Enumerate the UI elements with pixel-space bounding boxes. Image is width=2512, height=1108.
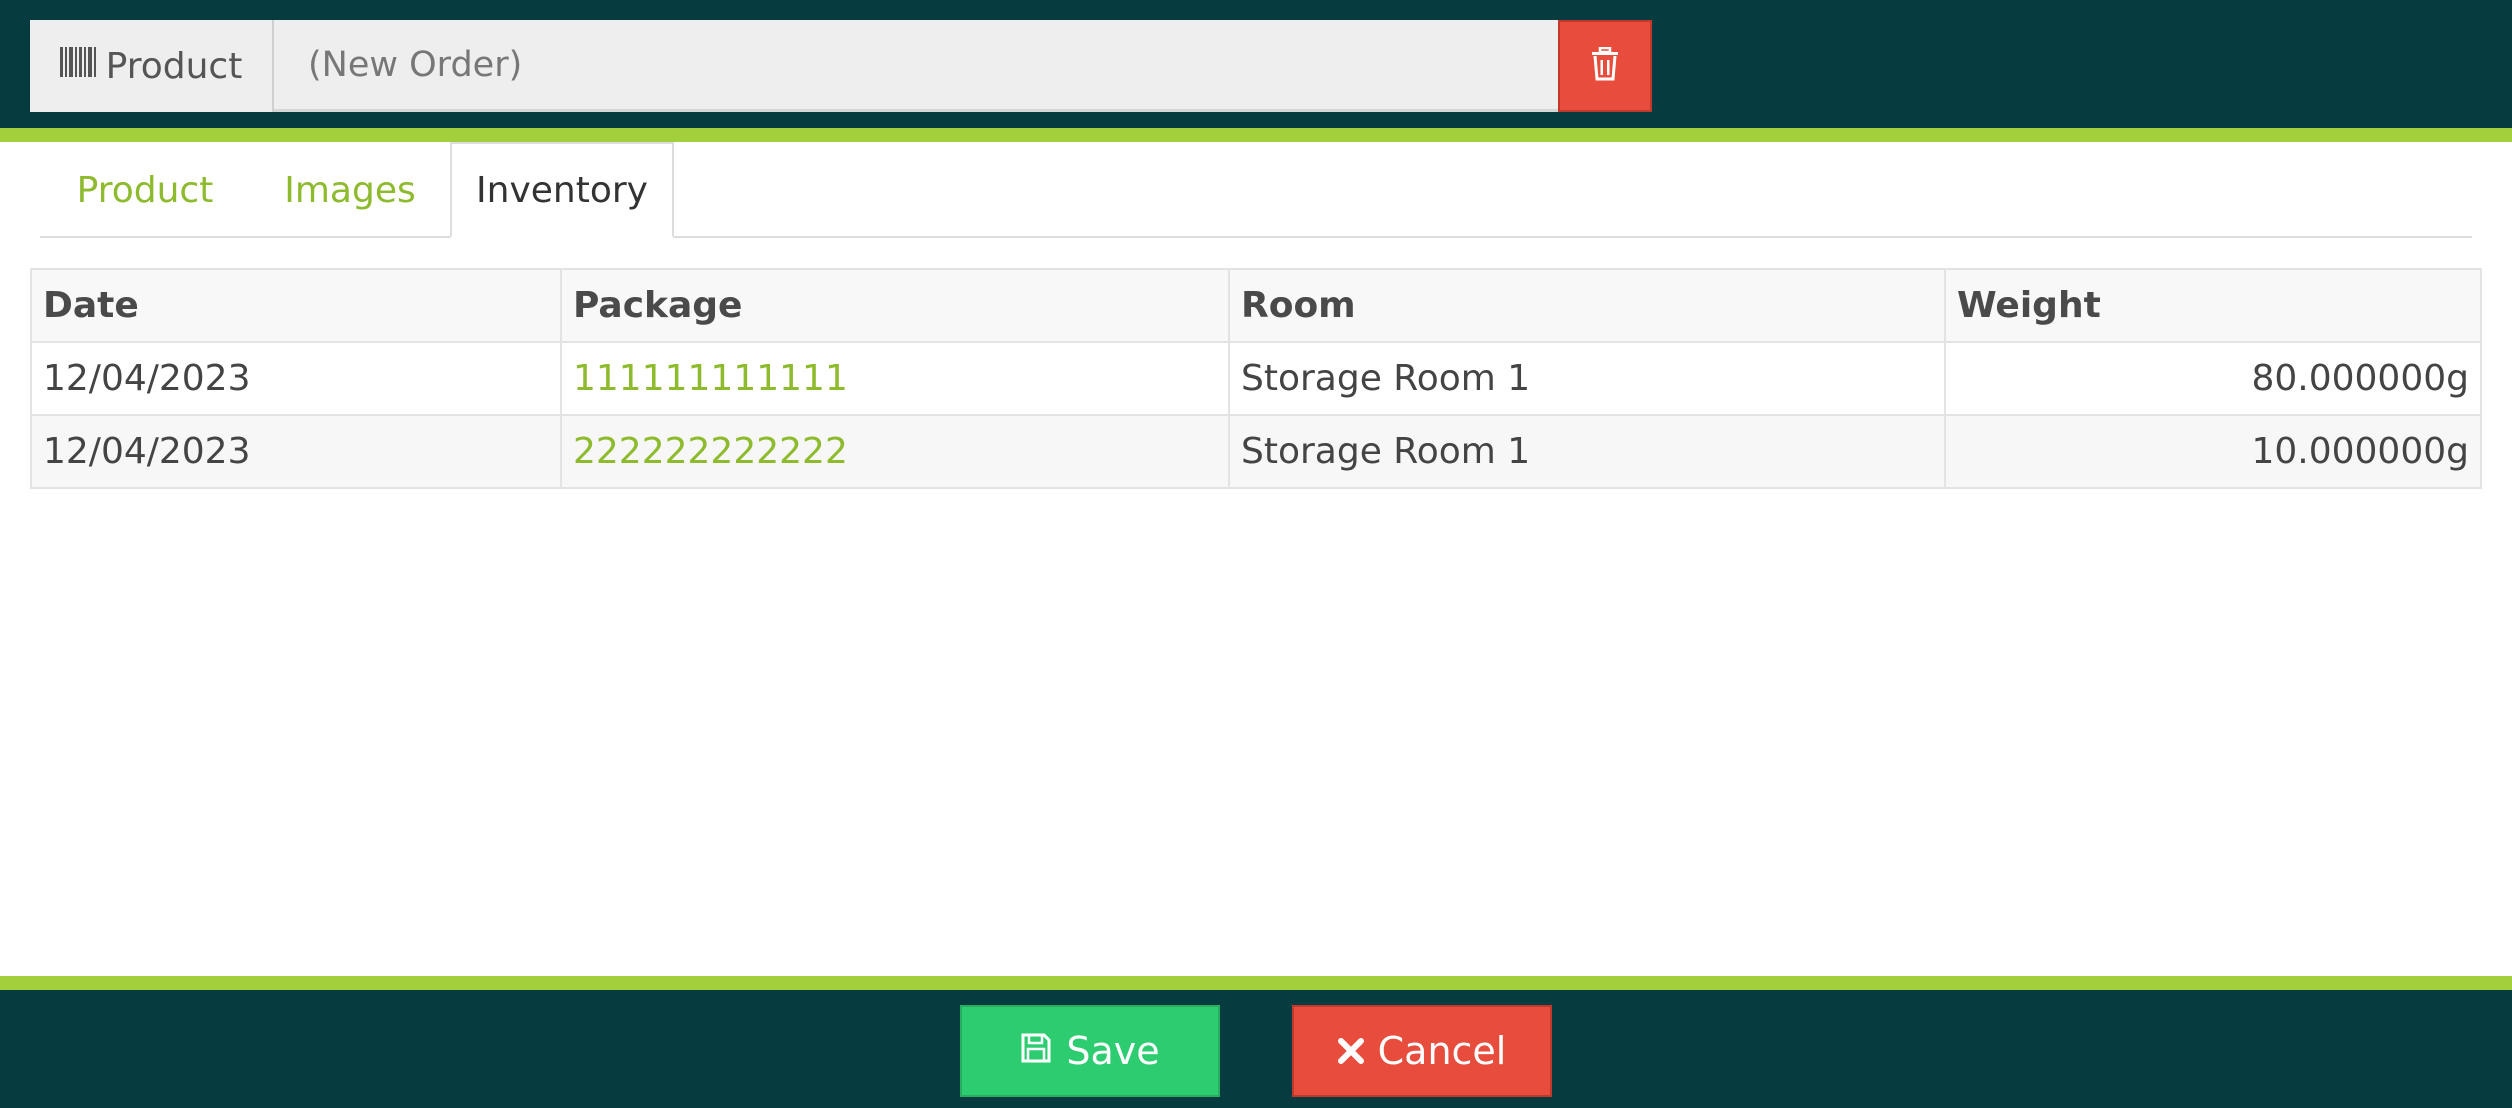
column-header-weight[interactable]: Weight: [1944, 268, 2482, 343]
package-link[interactable]: 111111111111: [573, 358, 848, 399]
save-button[interactable]: Save: [960, 1005, 1220, 1097]
close-icon: [1337, 1029, 1364, 1073]
cell-weight: 80.000000g: [1944, 341, 2482, 416]
bottom-accent-stripe: [0, 976, 2512, 990]
table-row: 12/04/2023 222222222222 Storage Room 1 1…: [30, 414, 2482, 489]
package-link[interactable]: 222222222222: [573, 431, 848, 472]
product-addon: Product: [30, 20, 274, 112]
barcode-icon: [59, 45, 96, 88]
tab-bar: Product Images Inventory: [40, 142, 2472, 238]
inventory-table: Date Package Room Weight 12/04/2023 1111…: [30, 268, 2482, 489]
delete-product-button[interactable]: [1558, 20, 1652, 112]
bottom-bar: [0, 990, 2512, 1108]
cancel-button-label: Cancel: [1377, 1029, 1507, 1073]
tab-images-label: Images: [284, 169, 416, 211]
floppy-disk-icon: [1020, 1029, 1052, 1073]
tab-product[interactable]: Product: [40, 142, 250, 238]
product-search-input[interactable]: [306, 43, 1558, 86]
tab-images[interactable]: Images: [250, 142, 450, 238]
cell-date: 12/04/2023: [30, 341, 562, 416]
top-accent-stripe: [0, 128, 2512, 142]
tab-product-label: Product: [76, 169, 214, 211]
product-search-field[interactable]: [274, 20, 1558, 112]
column-header-package[interactable]: Package: [560, 268, 1230, 343]
cell-weight: 10.000000g: [1944, 414, 2482, 489]
cell-date: 12/04/2023: [30, 414, 562, 489]
column-header-room[interactable]: Room: [1228, 268, 1946, 343]
tab-inventory-label: Inventory: [476, 169, 648, 211]
column-header-date[interactable]: Date: [30, 268, 562, 343]
table-header-row: Date Package Room Weight: [30, 268, 2482, 343]
trash-icon: [1590, 46, 1620, 85]
cell-package: 111111111111: [560, 341, 1230, 416]
table-row: 12/04/2023 111111111111 Storage Room 1 8…: [30, 341, 2482, 416]
save-button-label: Save: [1066, 1029, 1160, 1073]
cell-package: 222222222222: [560, 414, 1230, 489]
cancel-button[interactable]: Cancel: [1292, 1005, 1552, 1097]
tab-inventory[interactable]: Inventory: [450, 142, 674, 238]
product-addon-label: Product: [105, 45, 243, 87]
cell-room: Storage Room 1: [1228, 341, 1946, 416]
cell-room: Storage Room 1: [1228, 414, 1946, 489]
